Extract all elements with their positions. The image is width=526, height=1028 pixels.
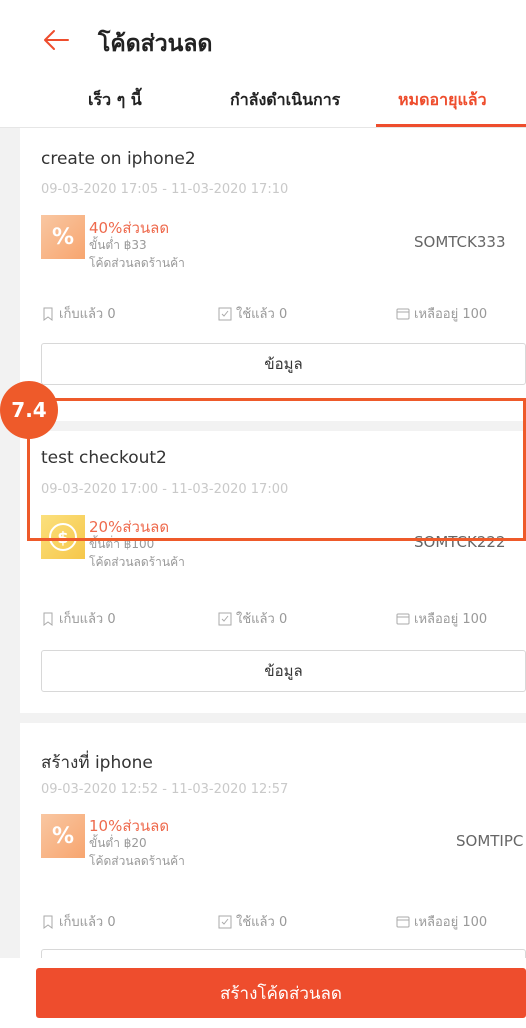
- collected-count: เก็บแล้ว 0: [59, 307, 116, 322]
- bookmark-icon: [43, 612, 53, 626]
- voucher-code: SOMTCK222: [414, 533, 506, 551]
- remaining-count: เหลืออยู่ 100: [414, 307, 488, 322]
- collected-count: เก็บแล้ว 0: [59, 915, 116, 930]
- voucher-period: 09-03-2020 12:52 - 11-03-2020 12:57: [41, 782, 289, 797]
- remaining-stat: เหลืออยู่ 100: [396, 911, 487, 932]
- used-stat: ใช้แล้ว 0: [218, 608, 287, 629]
- voucher-card: create on iphone2 09-03-2020 17:05 - 11-…: [20, 128, 526, 421]
- bookmark-icon: [43, 307, 53, 321]
- ticket-icon: [396, 308, 410, 319]
- voucher-period: 09-03-2020 17:05 - 11-03-2020 17:10: [41, 182, 289, 197]
- voucher-card: test checkout2 09-03-2020 17:00 - 11-03-…: [20, 431, 526, 713]
- tab-expired[interactable]: หมดอายุแล้ว: [398, 88, 487, 113]
- voucher-name: create on iphone2: [41, 149, 196, 169]
- step-badge: 7.4: [0, 381, 58, 439]
- voucher-min-spend: ขั้นต่ำ ฿20: [89, 836, 147, 850]
- voucher-code: SOMTCK333: [414, 233, 506, 251]
- header: โค้ดส่วนลด เร็ว ๆ นี้ กำลังดำเนินการ หมด…: [0, 0, 526, 128]
- voucher-name: สร้างที่ iphone: [41, 753, 153, 773]
- voucher-code: SOMTIPC: [456, 832, 524, 850]
- voucher-type: โค้ดส่วนลดร้านค้า: [89, 256, 185, 270]
- page-title: โค้ดส่วนลด: [98, 31, 213, 57]
- used-stat: ใช้แล้ว 0: [218, 911, 287, 932]
- coin-icon: $: [41, 515, 85, 559]
- checkbox-icon: [218, 307, 232, 320]
- create-voucher-button[interactable]: สร้างโค้ดส่วนลด: [36, 968, 526, 1018]
- voucher-min-spend: ขั้นต่ำ ฿100: [89, 537, 155, 551]
- percent-icon: %: [41, 814, 85, 858]
- collected-stat: เก็บแล้ว 0: [41, 303, 116, 324]
- info-button[interactable]: ข้อมูล: [41, 343, 526, 385]
- percent-icon: %: [41, 215, 85, 259]
- voucher-period: 09-03-2020 17:00 - 11-03-2020 17:00: [41, 482, 289, 497]
- collected-count: เก็บแล้ว 0: [59, 612, 116, 627]
- used-count: ใช้แล้ว 0: [236, 612, 288, 627]
- remaining-count: เหลืออยู่ 100: [414, 612, 488, 627]
- checkbox-icon: [218, 612, 232, 625]
- remaining-stat: เหลืออยู่ 100: [396, 608, 487, 629]
- used-count: ใช้แล้ว 0: [236, 307, 288, 322]
- tab-bar: เร็ว ๆ นี้ กำลังดำเนินการ หมดอายุแล้ว: [0, 80, 526, 128]
- checkbox-icon: [218, 915, 232, 928]
- voucher-min-spend: ขั้นต่ำ ฿33: [89, 238, 147, 252]
- collected-stat: เก็บแล้ว 0: [41, 608, 116, 629]
- voucher-list[interactable]: create on iphone2 09-03-2020 17:05 - 11-…: [0, 128, 526, 1028]
- voucher-type: โค้ดส่วนลดร้านค้า: [89, 854, 185, 868]
- voucher-name: test checkout2: [41, 448, 167, 468]
- tab-upcoming[interactable]: เร็ว ๆ นี้: [88, 88, 142, 113]
- remaining-count: เหลืออยู่ 100: [414, 915, 488, 930]
- remaining-stat: เหลืออยู่ 100: [396, 303, 487, 324]
- tab-ongoing[interactable]: กำลังดำเนินการ: [230, 88, 340, 113]
- ticket-icon: [396, 613, 410, 624]
- voucher-type: โค้ดส่วนลดร้านค้า: [89, 555, 185, 569]
- back-arrow-icon[interactable]: [40, 20, 80, 60]
- collected-stat: เก็บแล้ว 0: [41, 911, 116, 932]
- ticket-icon: [396, 916, 410, 927]
- info-button[interactable]: ข้อมูล: [41, 650, 526, 692]
- used-count: ใช้แล้ว 0: [236, 915, 288, 930]
- used-stat: ใช้แล้ว 0: [218, 303, 287, 324]
- bottom-bar: สร้างโค้ดส่วนลด: [0, 958, 526, 1028]
- bookmark-icon: [43, 915, 53, 929]
- active-tab-indicator: [376, 124, 526, 127]
